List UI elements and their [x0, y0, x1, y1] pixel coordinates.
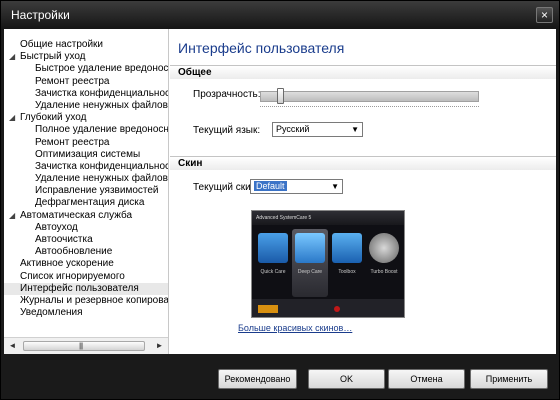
tree-item-label: Зачистка конфиденциальности	[35, 160, 169, 172]
settings-content: Общие настройки ◢ Быстрый уход Быстрое удал…	[4, 29, 556, 354]
tree-item-label: Ремонт реестра	[35, 75, 110, 87]
tree-item[interactable]: Ремонт реестра	[4, 75, 168, 88]
main-panel: Интерфейс пользователя Общее Прозрачност…	[170, 29, 556, 354]
expander-icon[interactable]: ◢	[9, 210, 15, 222]
tree-item[interactable]: Удаление ненужных файлов	[4, 173, 168, 185]
tree-item[interactable]: Автоочистка	[4, 234, 168, 246]
tree-item-label: Исправление уязвимостей	[35, 185, 159, 197]
button-bar: Рекомендовано OK Отмена Применить	[1, 354, 559, 399]
tree-item[interactable]: Исправление уязвимостей	[4, 185, 168, 197]
preview-status-icon	[334, 306, 340, 312]
cancel-button[interactable]: Отмена	[388, 369, 465, 389]
tree-item[interactable]: ◢ Быстрый уход	[4, 51, 168, 63]
tree-item-label: Автоматическая служба	[20, 209, 133, 221]
preview-tile-caption: Toolbox	[338, 269, 356, 275]
tree-item-label: Глубокий уход	[20, 112, 87, 124]
deep-care-icon	[295, 233, 325, 263]
tree-item[interactable]: Общие настройки	[4, 39, 168, 51]
tree-item[interactable]: Автоуход	[4, 221, 168, 234]
tree-item[interactable]: Удаление ненужных файлов	[4, 99, 168, 112]
tree-item[interactable]: ◢ Глубокий уход	[4, 112, 168, 124]
opacity-slider-thumb[interactable]	[276, 88, 284, 104]
skin-select[interactable]: Default ▼	[250, 179, 343, 194]
tree-list: Общие настройки ◢ Быстрый уход Быстрое удал…	[4, 39, 169, 319]
scroll-thumb[interactable]: ||||	[23, 341, 145, 351]
tree-item[interactable]: Автообновление	[4, 246, 168, 258]
tree-item-label: Интерфейс пользователя	[20, 282, 139, 294]
preview-scan-button	[258, 305, 278, 313]
preview-tile-caption: Deep Care	[297, 269, 323, 275]
language-label: Текущий язык:	[193, 125, 261, 136]
tree-item[interactable]: Ремонт реестра	[4, 136, 168, 149]
tree-item[interactable]: Уведомления	[4, 307, 168, 319]
language-select-value: Русский	[276, 124, 310, 134]
expander-icon[interactable]: ◢	[9, 112, 15, 124]
expander-icon[interactable]: ◢	[9, 51, 15, 63]
tree-item-label: Быстрое удаление вредоносного П	[35, 63, 169, 75]
chevron-down-icon: ▼	[351, 125, 359, 134]
tree-item-label: Автоочистка	[35, 234, 93, 245]
skin-select-value: Default	[254, 181, 287, 191]
tree-item-label: Уведомления	[20, 307, 83, 319]
turbo-boost-icon	[369, 233, 399, 263]
tree-item[interactable]: Интерфейс пользователя	[4, 282, 168, 295]
tree-item-label: Автообновление	[35, 246, 113, 258]
tree-item[interactable]: Зачистка конфиденциальности	[4, 160, 169, 173]
tree-item-label: Удаление ненужных файлов	[35, 173, 168, 185]
settings-tree: Общие настройки ◢ Быстрый уход Быстрое удал…	[4, 29, 169, 354]
close-icon: ×	[540, 8, 548, 22]
opacity-label: Прозрачность:	[193, 89, 261, 100]
skin-preview-image: Advanced SystemCare 5 Quick Care Deep Ca…	[251, 210, 405, 318]
tree-item[interactable]: Активное ускорение	[4, 258, 168, 270]
opacity-slider-track[interactable]	[260, 91, 479, 102]
tree-item-label: Ремонт реестра	[35, 136, 110, 148]
tree-item[interactable]: Полное удаление вредоносного ПС	[4, 124, 169, 136]
preview-tile-caption: Turbo Boost	[370, 269, 398, 275]
tree-item-label: Зачистка конфиденциальности	[35, 87, 169, 99]
tree-item[interactable]: Список игнорируемого	[4, 270, 168, 283]
scroll-grip-icon: ||||	[79, 343, 83, 350]
scroll-right-icon[interactable]: ►	[151, 338, 168, 354]
quick-care-icon	[258, 233, 288, 263]
language-select[interactable]: Русский ▼	[272, 122, 363, 137]
tree-item[interactable]: ◢ Автоматическая служба	[4, 209, 168, 222]
tree-item-label: Общие настройки	[20, 39, 103, 50]
tree-item[interactable]: Быстрое удаление вредоносного П	[4, 63, 169, 75]
preview-app-title: Advanced SystemCare 5	[252, 211, 404, 225]
recommended-button[interactable]: Рекомендовано	[218, 369, 297, 389]
tree-item-label: Быстрый уход	[20, 51, 86, 63]
tree-item[interactable]: Дефрагментация диска	[4, 197, 168, 209]
tree-item-label: Автоуход	[35, 221, 78, 233]
ok-button[interactable]: OK	[308, 369, 385, 389]
tree-item-label: Оптимизация системы	[35, 148, 141, 160]
tree-item-label: Список игнорируемого	[20, 270, 125, 282]
scroll-left-icon[interactable]: ◄	[4, 338, 21, 354]
section-skin-heading: Скин	[170, 156, 556, 170]
tree-item[interactable]: Зачистка конфиденциальности	[4, 87, 169, 100]
tree-item[interactable]: Оптимизация системы	[4, 148, 168, 161]
tree-item-label: Активное ускорение	[20, 258, 114, 270]
title-bar[interactable]: Настройки ×	[1, 1, 559, 29]
chevron-down-icon: ▼	[331, 182, 339, 191]
page-title: Интерфейс пользователя	[178, 40, 345, 56]
more-skins-link[interactable]: Больше красивых скинов…	[238, 323, 352, 333]
toolbox-icon	[332, 233, 362, 263]
tree-item-label: Полное удаление вредоносного ПС	[35, 124, 169, 136]
section-general-heading: Общее	[170, 65, 556, 79]
tree-item-label: Удаление ненужных файлов	[35, 99, 168, 111]
opacity-slider-ticks	[260, 106, 479, 107]
preview-tile-caption: Quick Care	[260, 269, 286, 275]
close-button[interactable]: ×	[536, 7, 553, 23]
settings-window: Настройки × Общие настройки ◢ Быстрый уход…	[0, 0, 560, 400]
window-title: Настройки	[11, 8, 70, 22]
tree-item-label: Журналы и резервное копирование	[20, 294, 169, 306]
tree-item-label: Дефрагментация диска	[35, 197, 145, 209]
horizontal-scrollbar[interactable]: ◄ |||| ►	[4, 337, 168, 354]
apply-button[interactable]: Применить	[470, 369, 548, 389]
tree-item[interactable]: Журналы и резервное копирование	[4, 294, 169, 307]
